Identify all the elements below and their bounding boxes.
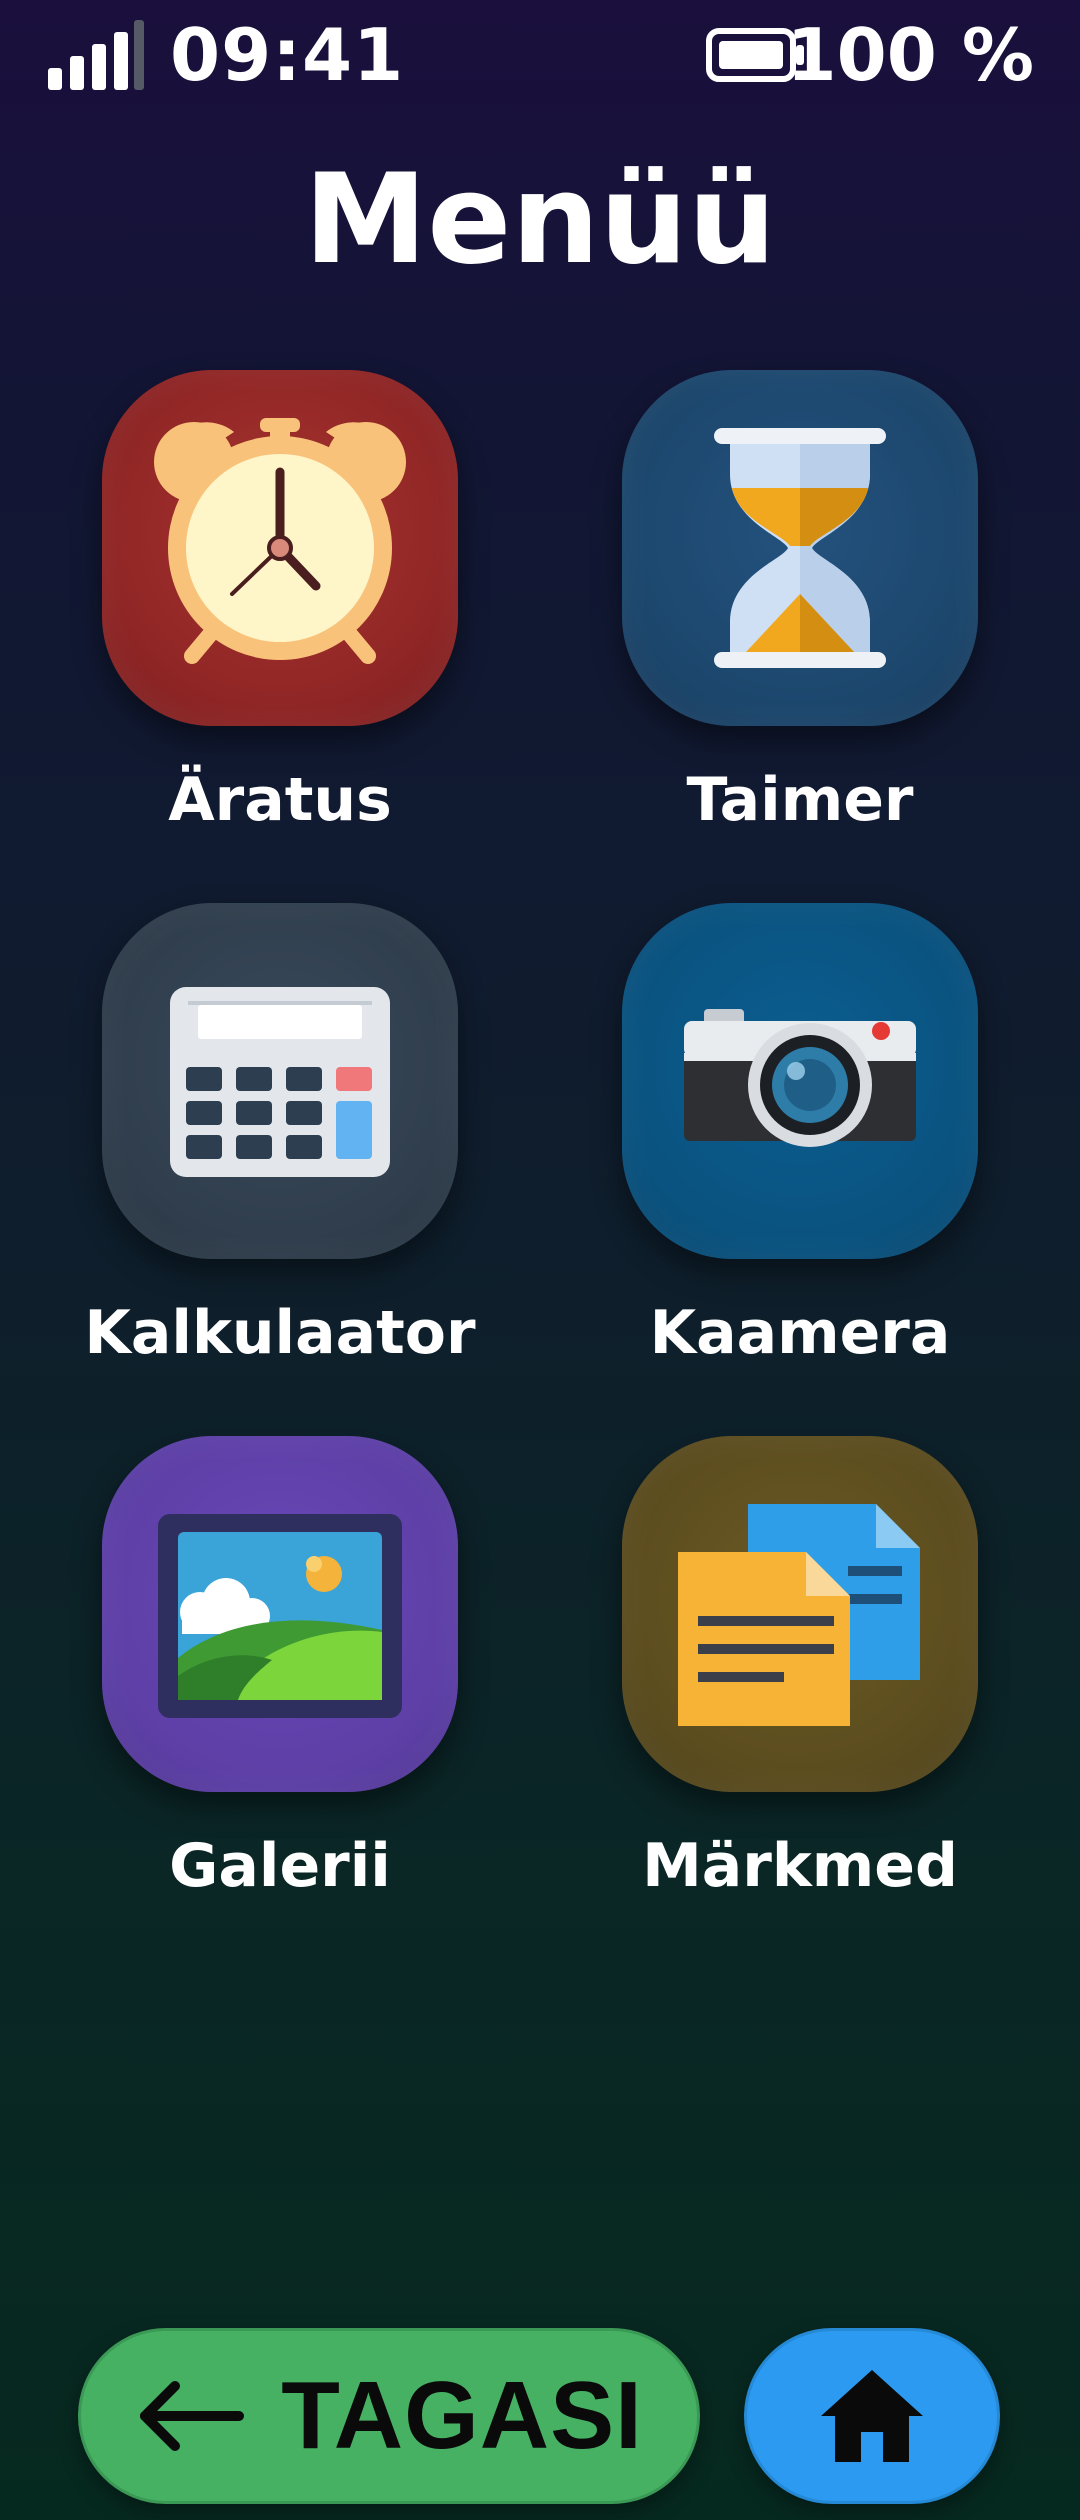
app-label-calculator: Kalkulaator — [84, 1298, 476, 1368]
camera-icon-tile[interactable] — [622, 903, 978, 1259]
hourglass-icon — [714, 428, 886, 668]
app-label-timer: Taimer — [686, 765, 914, 835]
app-notes[interactable]: Märkmed — [580, 1436, 1020, 1936]
alarm-icon-tile[interactable] — [102, 370, 458, 726]
app-alarm[interactable]: Äratus — [60, 370, 500, 870]
home-icon — [821, 2370, 923, 2462]
calculator-icon — [170, 987, 390, 1177]
timer-icon-tile[interactable] — [622, 370, 978, 726]
notes-icon-tile[interactable] — [622, 1436, 978, 1792]
status-bar: 09:41 100 % — [0, 0, 1080, 110]
app-gallery[interactable]: Galerii — [60, 1436, 500, 1936]
gallery-icon-tile[interactable] — [102, 1436, 458, 1792]
app-label-gallery: Galerii — [169, 1831, 391, 1901]
app-calculator[interactable]: Kalkulaator — [60, 903, 500, 1403]
home-button[interactable] — [744, 2328, 1000, 2504]
notes-icon — [678, 1504, 920, 1726]
page-title: Menüü — [303, 148, 777, 292]
app-label-camera: Kaamera — [649, 1298, 951, 1368]
app-timer[interactable]: Taimer — [580, 370, 1020, 870]
app-label-notes: Märkmed — [642, 1831, 958, 1901]
alarm-clock-icon — [154, 418, 406, 664]
back-button-label: TAGASI — [281, 2362, 643, 2469]
status-time: 09:41 — [170, 13, 405, 97]
arrow-left-icon — [140, 2381, 245, 2451]
picture-icon — [158, 1514, 402, 1718]
camera-icon — [684, 1009, 916, 1147]
battery-percentage: 100 % — [786, 13, 1035, 97]
calculator-icon-tile[interactable] — [102, 903, 458, 1259]
app-camera[interactable]: Kaamera — [580, 903, 1020, 1403]
signal-bars-icon — [48, 20, 144, 90]
app-label-alarm: Äratus — [168, 765, 392, 835]
back-button[interactable]: TAGASI — [78, 2328, 700, 2504]
